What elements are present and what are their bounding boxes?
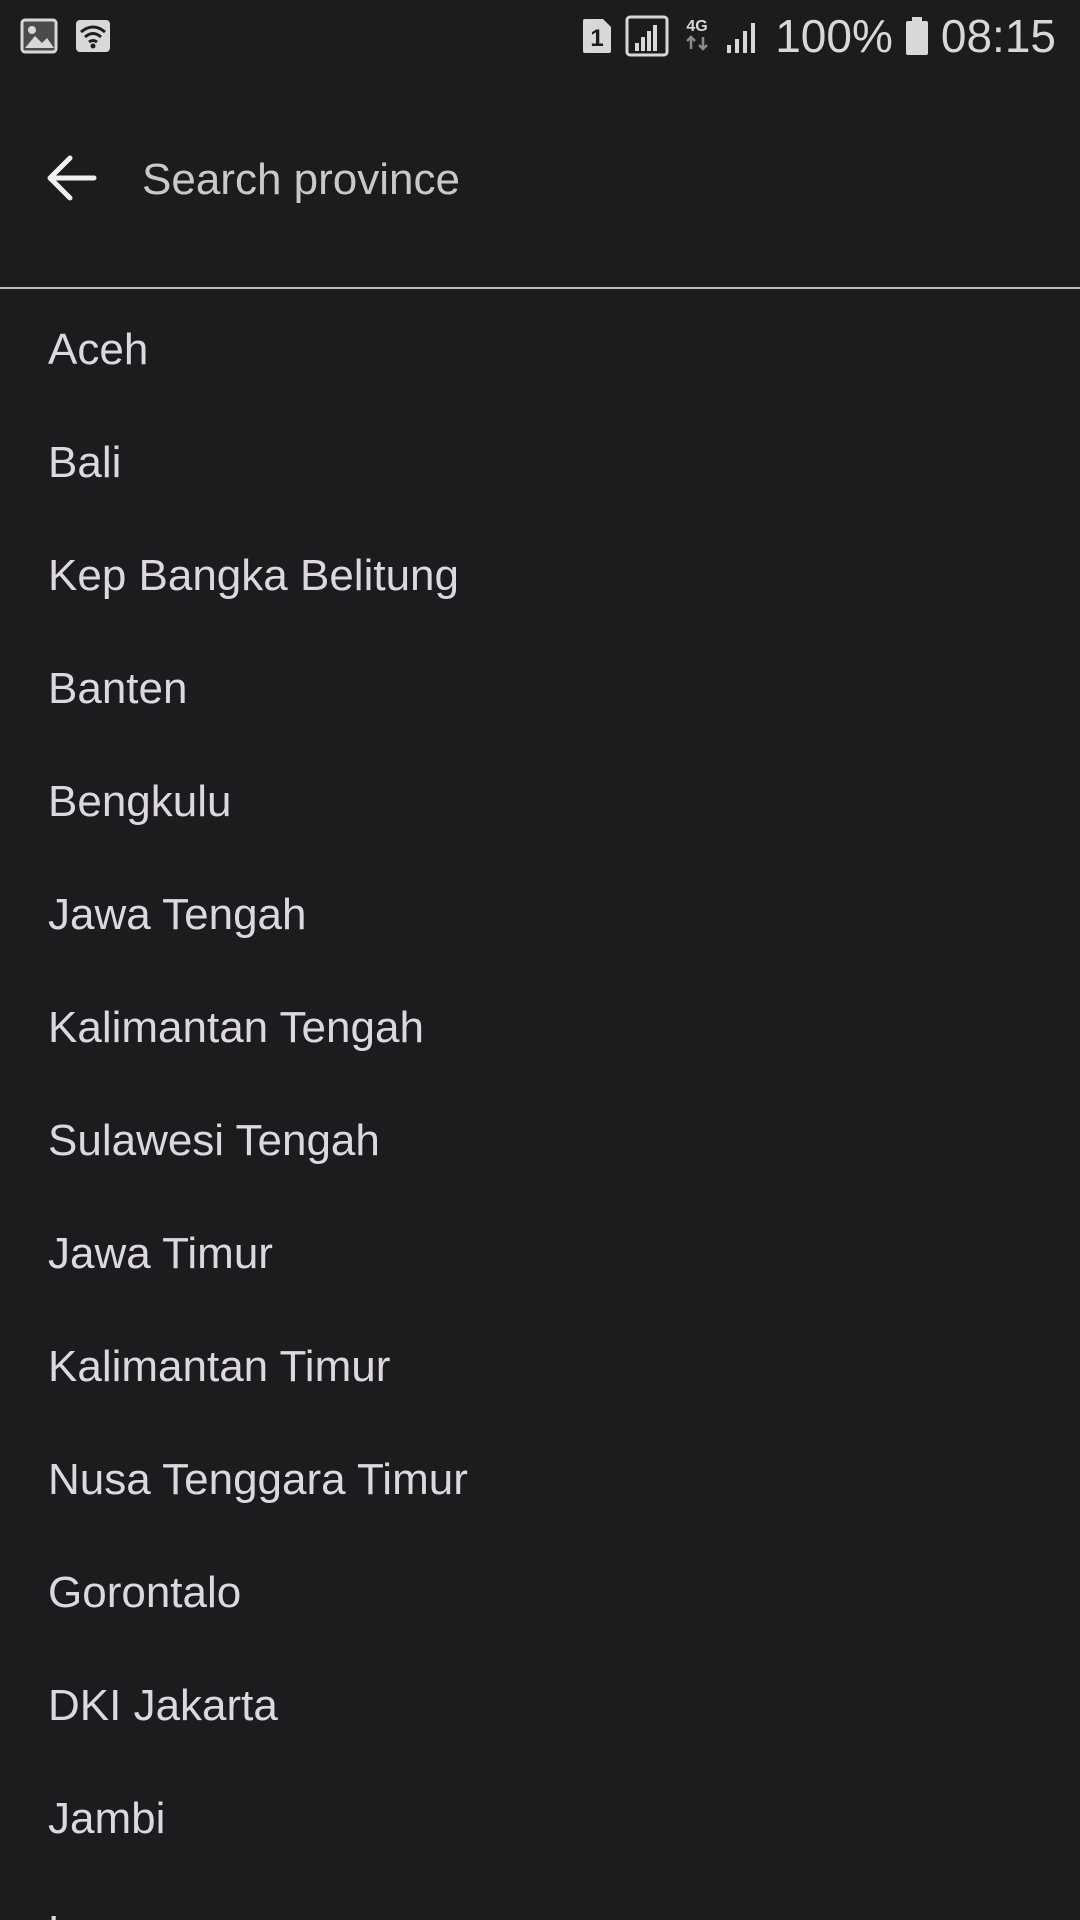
province-list-item[interactable]: Kalimantan Tengah: [0, 971, 1080, 1084]
wifi-icon: [74, 18, 112, 54]
province-list-item[interactable]: Banten: [0, 632, 1080, 745]
province-list-item[interactable]: L: [0, 1875, 1080, 1920]
image-icon: [20, 18, 58, 54]
battery-percent: 100%: [775, 10, 893, 62]
province-list-item[interactable]: Nusa Tenggara Timur: [0, 1423, 1080, 1536]
sim1-label: 1: [591, 25, 604, 52]
search-divider: [0, 287, 1080, 289]
province-list-item[interactable]: Gorontalo: [0, 1536, 1080, 1649]
province-list-item[interactable]: Sulawesi Tengah: [0, 1084, 1080, 1197]
province-list-item[interactable]: Jawa Tengah: [0, 858, 1080, 971]
4g-icon: 4G: [681, 15, 713, 57]
province-list-item[interactable]: Kalimantan Timur: [0, 1310, 1080, 1423]
province-list[interactable]: Aceh Bali Kep Bangka Belitung Banten Bengkul…: [0, 293, 1080, 1920]
search-app-bar: [0, 110, 1080, 250]
status-left: [0, 18, 112, 54]
sim1-icon: 1: [581, 17, 613, 55]
signal-icon: [725, 17, 763, 55]
search-input[interactable]: [142, 140, 1080, 220]
clock: 08:15: [940, 10, 1056, 62]
province-list-item[interactable]: Bali: [0, 406, 1080, 519]
status-bar: 1 4G 100% 08:15: [0, 0, 1080, 72]
province-list-item[interactable]: Aceh: [0, 293, 1080, 406]
signal-icon: [625, 15, 669, 57]
status-right: 1 4G 100% 08:15: [581, 9, 1080, 63]
province-list-item[interactable]: Jambi: [0, 1762, 1080, 1875]
network-type-label: 4G: [687, 18, 708, 35]
province-list-item[interactable]: Kep Bangka Belitung: [0, 519, 1080, 632]
battery-icon: [905, 16, 929, 56]
province-list-item[interactable]: DKI Jakarta: [0, 1649, 1080, 1762]
province-list-item[interactable]: Bengkulu: [0, 745, 1080, 858]
province-list-item[interactable]: Jawa Timur: [0, 1197, 1080, 1310]
arrow-left-icon: [46, 155, 98, 206]
back-button[interactable]: [24, 132, 120, 228]
